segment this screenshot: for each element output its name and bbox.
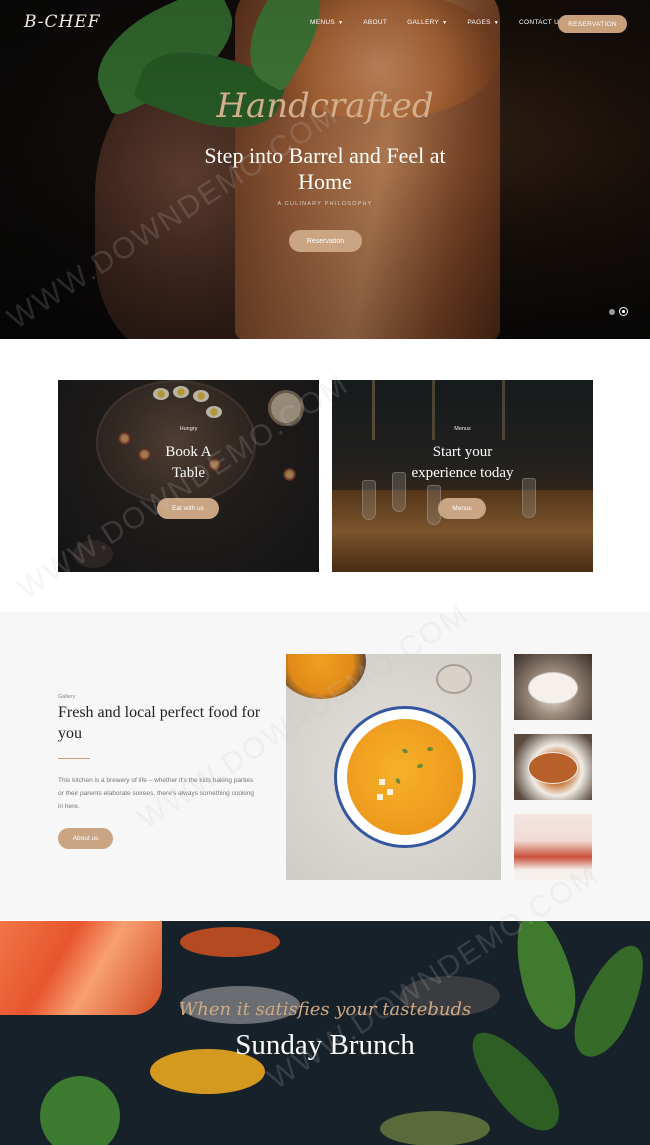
about-text: This kitchen is a brewery of life – whet… bbox=[58, 777, 254, 810]
herb-spoon-image bbox=[380, 1111, 490, 1145]
nav-item-contact-us[interactable]: CONTACT US bbox=[519, 19, 564, 26]
nav-item-label: ABOUT bbox=[363, 19, 388, 26]
card-eyebrow: Hungry bbox=[179, 426, 198, 432]
section-eyebrow: Gallery bbox=[58, 694, 76, 700]
eat-with-us-button[interactable]: Eat with us bbox=[157, 498, 219, 519]
spoon-image bbox=[436, 664, 472, 694]
hero-title: Step into Barrel and Feel at Home bbox=[204, 143, 446, 194]
gallery-thumbnail-dish[interactable] bbox=[514, 734, 592, 800]
nav-item-label: PAGES bbox=[467, 19, 491, 26]
brunch-script-heading: When it satisfies your tastebuds bbox=[178, 999, 472, 1020]
nav-item-label: GALLERY bbox=[407, 19, 440, 26]
brunch-section: When it satisfies your tastebuds Sunday … bbox=[0, 921, 650, 1145]
hero-slider: B-CHEF MENUS ▼ ABOUT GALLERY ▼ PAGES ▼ C… bbox=[0, 0, 650, 339]
gallery-thumbnail-dinner[interactable] bbox=[514, 654, 592, 720]
soup-gallery-image[interactable] bbox=[286, 654, 501, 880]
nav-item-pages[interactable]: PAGES ▼ bbox=[467, 19, 499, 26]
slider-dot-1[interactable] bbox=[609, 309, 615, 315]
soup-bowl-image bbox=[334, 706, 476, 848]
plate-image bbox=[528, 672, 578, 704]
soup-bowl-corner-image bbox=[286, 654, 366, 699]
nav-item-label: CONTACT US bbox=[519, 19, 564, 26]
nav-item-menus[interactable]: MENUS ▼ bbox=[310, 19, 343, 26]
hero-script-heading: Handcrafted bbox=[216, 86, 434, 126]
menus-card: Menus Start your experience today Menus bbox=[332, 380, 593, 572]
nav-item-about[interactable]: ABOUT bbox=[363, 19, 387, 26]
basil-leaf-image bbox=[40, 1076, 120, 1145]
site-logo[interactable]: B-CHEF bbox=[24, 12, 101, 32]
reservation-button[interactable]: RESERVATION bbox=[558, 15, 627, 33]
hero-reservation-button[interactable]: Reservation bbox=[289, 230, 362, 252]
gallery-thumbnail-salad[interactable] bbox=[514, 814, 592, 880]
card-title: Book A Table bbox=[165, 444, 212, 481]
hero-subtitle: A CULINARY PHILOSOPHY bbox=[277, 201, 373, 207]
menus-button[interactable]: Menus bbox=[438, 498, 486, 519]
card-eyebrow: Menus bbox=[454, 426, 471, 432]
chevron-down-icon: ▼ bbox=[337, 19, 344, 26]
about-us-button[interactable]: About us bbox=[58, 828, 113, 849]
slider-dot-2-active[interactable] bbox=[619, 307, 628, 316]
nav-item-gallery[interactable]: GALLERY ▼ bbox=[407, 19, 447, 26]
chevron-down-icon: ▼ bbox=[442, 19, 448, 26]
brunch-title: Sunday Brunch bbox=[235, 1029, 415, 1061]
pumpkin-soup-image bbox=[347, 719, 463, 835]
card-title: Start your experience today bbox=[411, 444, 514, 481]
plate-image bbox=[528, 752, 578, 784]
chevron-down-icon: ▼ bbox=[493, 19, 500, 26]
divider bbox=[58, 758, 90, 759]
book-table-card: Hungry Book A Table Eat with us bbox=[58, 380, 319, 572]
about-title: Fresh and local perfect food for you bbox=[58, 704, 261, 742]
nav-item-label: MENUS bbox=[310, 19, 335, 26]
main-nav: MENUS ▼ ABOUT GALLERY ▼ PAGES ▼ CONTACT … bbox=[310, 19, 584, 26]
spice-spoon-image bbox=[180, 927, 280, 957]
